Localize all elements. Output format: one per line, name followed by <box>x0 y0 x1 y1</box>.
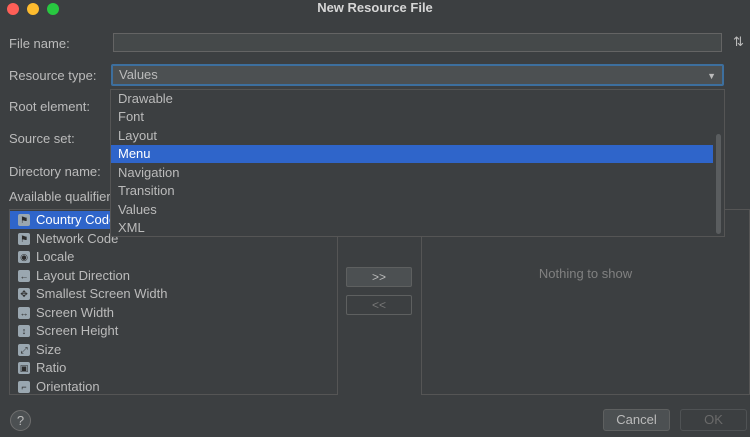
qualifier-label: Smallest Screen Width <box>36 286 168 301</box>
qualifier-label: Screen Height <box>36 323 119 338</box>
root-element-label: Root element: <box>9 99 90 114</box>
resize-icon: ✥ <box>18 288 30 300</box>
country-code-icon: ⚑ <box>18 214 30 226</box>
qualifier-label: Screen Width <box>36 305 115 320</box>
qualifier-label: Network Code <box>36 231 119 246</box>
resource-type-value: Values <box>119 67 158 82</box>
qualifier-item[interactable]: ◉ Locale <box>10 248 337 266</box>
dropdown-option[interactable]: Font <box>111 108 713 126</box>
qualifier-item[interactable]: ⤢ Size <box>10 341 337 359</box>
qualifier-item[interactable]: ← Layout Direction <box>10 267 337 285</box>
qualifier-item[interactable]: ▣ Ratio <box>10 359 337 377</box>
qualifier-item[interactable]: ✥ Smallest Screen Width <box>10 285 337 303</box>
arrow-left-icon: ← <box>18 270 30 282</box>
dropdown-option[interactable]: Values <box>111 201 713 219</box>
dropdown-option-selected[interactable]: Menu <box>111 145 713 163</box>
dropdown-option[interactable]: Navigation <box>111 164 713 182</box>
dropdown-option[interactable]: Transition <box>111 182 713 200</box>
cancel-button[interactable]: Cancel <box>603 409 670 431</box>
qualifier-label: Ratio <box>36 360 67 375</box>
dropdown-scrollbar[interactable] <box>716 134 721 234</box>
ok-button[interactable]: OK <box>680 409 747 431</box>
qualifier-item[interactable]: ↕ Screen Height <box>10 322 337 340</box>
source-set-label: Source set: <box>9 131 75 146</box>
globe-icon: ◉ <box>18 251 30 263</box>
qualifier-item[interactable]: ⌐ Orientation <box>10 378 337 394</box>
directory-name-label: Directory name: <box>9 164 101 179</box>
add-qualifier-button[interactable]: >> <box>346 267 412 287</box>
qualifier-label: Layout Direction <box>36 268 130 283</box>
help-button[interactable]: ? <box>10 410 31 431</box>
available-qualifiers-label: Available qualifier <box>9 189 111 204</box>
window-title: New Resource File <box>317 0 433 15</box>
height-icon: ↕ <box>18 325 30 337</box>
width-icon: ↔ <box>18 307 30 319</box>
qualifier-item[interactable]: ↔ Screen Width <box>10 304 337 322</box>
file-name-label: File name: <box>9 36 70 51</box>
size-icon: ⤢ <box>18 344 30 356</box>
empty-state-text: Nothing to show <box>538 266 633 281</box>
sort-icon[interactable]: ⇅ <box>733 34 744 50</box>
remove-qualifier-button[interactable]: << <box>346 295 412 315</box>
dropdown-option[interactable]: Layout <box>111 127 713 145</box>
dropdown-option[interactable]: Drawable <box>111 90 713 108</box>
resource-type-label: Resource type: <box>9 68 97 83</box>
title-bar: New Resource File <box>0 0 750 16</box>
network-code-icon: ⚑ <box>18 233 30 245</box>
qualifier-label: Locale <box>36 249 75 264</box>
qualifier-label: Orientation <box>36 379 100 394</box>
resource-type-select[interactable]: Values ▼ <box>111 64 724 86</box>
qualifier-item[interactable]: ⚑ Country Code <box>10 211 116 229</box>
resource-type-dropdown[interactable]: Drawable Font Layout Menu Navigation Tra… <box>110 89 725 237</box>
dropdown-option[interactable]: XML <box>111 219 713 237</box>
file-name-input[interactable] <box>113 33 722 52</box>
qualifier-label: Country Code <box>36 212 117 227</box>
ratio-icon: ▣ <box>18 362 30 374</box>
chevron-down-icon: ▼ <box>707 71 716 81</box>
qualifier-label: Size <box>36 342 62 357</box>
orientation-icon: ⌐ <box>18 381 30 393</box>
